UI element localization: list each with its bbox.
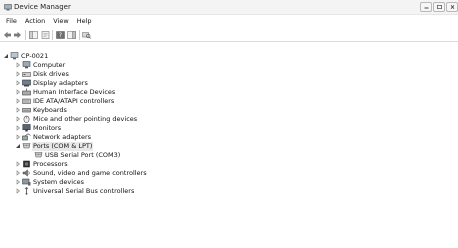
expand-arrow-icon[interactable] xyxy=(15,116,21,122)
scan-hardware-changes-icon[interactable] xyxy=(82,31,91,39)
collapse-arrow-icon[interactable] xyxy=(3,53,9,59)
keyboard-icon xyxy=(22,108,31,113)
device-manager-window: Device Manager File Action View Help ? C… xyxy=(0,0,458,248)
tree-item-label: Keyboards xyxy=(33,106,67,114)
expand-arrow-icon[interactable] xyxy=(15,71,21,77)
device-tree: CP-0021 Computer Disk drives Display ada… xyxy=(0,44,458,248)
tree-item-label: Disk drives xyxy=(33,70,69,78)
minimize-button[interactable] xyxy=(420,2,432,12)
computer-icon xyxy=(22,61,31,69)
toolbar: ? xyxy=(0,28,458,42)
ide-controller-icon xyxy=(22,98,31,104)
menu-help[interactable]: Help xyxy=(74,16,97,27)
tree-item-label: Human Interface Devices xyxy=(33,88,116,96)
tree-item-label: Computer xyxy=(33,61,66,69)
expand-arrow-icon[interactable] xyxy=(15,134,21,140)
expand-arrow-icon[interactable] xyxy=(15,179,21,185)
maximize-icon xyxy=(437,5,442,9)
menu-file[interactable]: File xyxy=(3,16,22,27)
network-adapter-icon xyxy=(22,133,31,141)
expand-arrow-icon[interactable] xyxy=(15,107,21,113)
collapse-arrow-icon[interactable] xyxy=(15,143,21,149)
sound-icon xyxy=(22,169,30,177)
menu-view[interactable]: View xyxy=(50,16,73,27)
monitor-icon xyxy=(22,124,31,132)
usb-icon xyxy=(24,187,29,195)
tree-item-label: IDE ATA/ATAPI controllers xyxy=(33,97,115,105)
minimize-icon xyxy=(424,7,429,9)
expand-arrow-icon[interactable] xyxy=(15,125,21,131)
port-icon xyxy=(34,152,43,158)
toolbar-separator xyxy=(52,30,53,40)
expand-arrow-icon[interactable] xyxy=(15,89,21,95)
expand-arrow-icon[interactable] xyxy=(15,98,21,104)
disk-drive-icon xyxy=(22,72,31,77)
forward-icon[interactable] xyxy=(13,31,22,39)
expand-arrow-icon[interactable] xyxy=(15,170,21,176)
toolbar-separator xyxy=(25,30,26,40)
properties-icon[interactable] xyxy=(41,31,50,39)
computer-icon xyxy=(10,52,19,60)
svg-text:?: ? xyxy=(59,32,62,39)
expand-arrow-icon[interactable] xyxy=(15,188,21,194)
tree-item-label: Processors xyxy=(33,160,68,168)
tree-item-label: Mice and other pointing devices xyxy=(33,115,138,123)
system-device-icon xyxy=(22,178,31,186)
expand-arrow-icon[interactable] xyxy=(15,161,21,167)
tree-item-label: System devices xyxy=(33,178,85,186)
help-icon[interactable]: ? xyxy=(56,31,65,39)
display-adapter-icon xyxy=(22,79,31,87)
window-controls xyxy=(419,2,458,12)
tree-item-label: Sound, video and game controllers xyxy=(33,169,147,177)
title-bar: Device Manager xyxy=(0,0,458,15)
tree-root-label: CP-0021 xyxy=(21,52,49,60)
tree-item-label: Universal Serial Bus controllers xyxy=(33,187,135,195)
mouse-icon xyxy=(23,115,30,123)
action-pane-icon[interactable] xyxy=(67,31,76,39)
menu-bar: File Action View Help xyxy=(0,16,458,27)
show-hide-console-tree-icon[interactable] xyxy=(29,31,38,39)
tree-item-label: Network adapters xyxy=(33,133,92,141)
expand-arrow-icon[interactable] xyxy=(15,80,21,86)
menu-action[interactable]: Action xyxy=(22,16,50,27)
port-icon xyxy=(22,143,31,149)
tree-item-label: USB Serial Port (COM3) xyxy=(45,151,121,159)
tree-item-label: Ports (COM & LPT) xyxy=(32,142,94,151)
tree-item-label: Display adapters xyxy=(33,79,88,87)
expand-arrow-icon[interactable] xyxy=(15,62,21,68)
toolbar-separator xyxy=(79,30,80,40)
close-icon xyxy=(450,5,455,9)
window-title: Device Manager xyxy=(14,3,71,11)
device-manager-app-icon xyxy=(4,4,12,11)
maximize-button[interactable] xyxy=(433,2,445,12)
hid-icon xyxy=(22,88,31,96)
close-button[interactable] xyxy=(446,2,458,12)
processor-icon xyxy=(23,160,30,168)
back-icon[interactable] xyxy=(3,31,12,39)
tree-item-label: Monitors xyxy=(33,124,62,132)
